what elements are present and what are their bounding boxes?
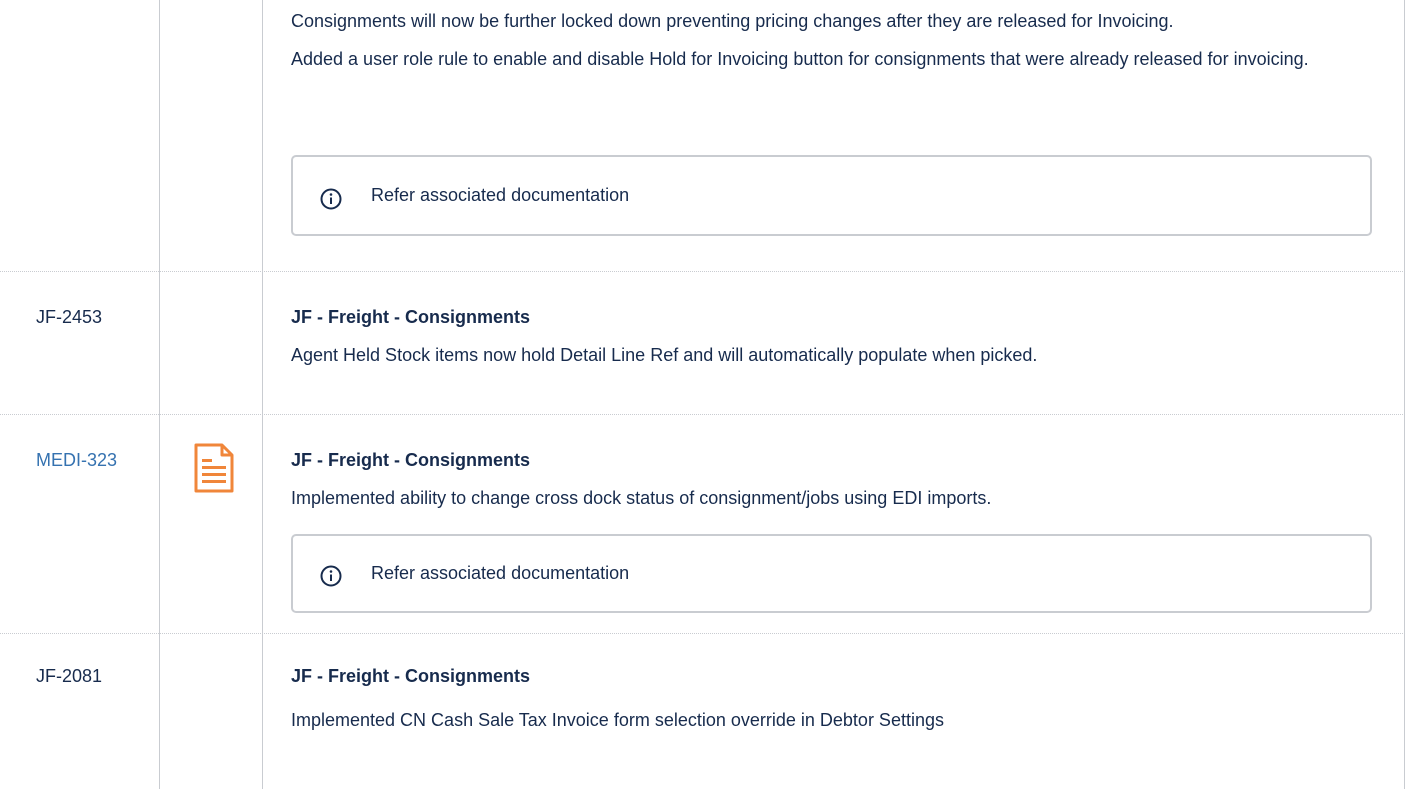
row-paragraph: Added a user role rule to enable and dis…	[291, 49, 1309, 69]
row-paragraph: Implemented ability to change cross dock…	[291, 488, 992, 508]
row-paragraph: Agent Held Stock items now hold Detail L…	[291, 345, 1038, 365]
info-icon	[320, 565, 342, 587]
row-paragraph: Consignments will now be further locked …	[291, 11, 1174, 31]
row-heading: JF - Freight - Consignments	[291, 307, 531, 327]
issue-key: JF-2081	[36, 666, 103, 686]
row-content: Consignments will now be further locked …	[291, 9, 1375, 71]
row-content: JF - Freight - Consignments Implemented …	[291, 664, 1375, 732]
issue-key: JF-2453	[36, 307, 103, 327]
row-content: JF - Freight - Consignments Implemented …	[291, 448, 1375, 510]
release-notes-table: Consignments will now be further locked …	[0, 0, 1405, 789]
info-icon	[320, 188, 342, 210]
row-heading: JF - Freight - Consignments	[291, 666, 531, 686]
table-row: MEDI-323 JF - Freight - Consignments Imp…	[0, 415, 1405, 633]
row-heading: JF - Freight - Consignments	[291, 450, 531, 470]
info-panel: Refer associated documentation	[291, 155, 1372, 236]
info-panel: Refer associated documentation	[291, 534, 1372, 613]
row-paragraph: Implemented CN Cash Sale Tax Invoice for…	[291, 710, 944, 730]
info-panel-text: Refer associated documentation	[371, 185, 630, 205]
document-icon[interactable]	[192, 443, 236, 493]
info-panel-text: Refer associated documentation	[371, 563, 630, 583]
table-row: Consignments will now be further locked …	[0, 0, 1405, 271]
issue-key-link[interactable]: MEDI-323	[36, 448, 117, 472]
table-row: JF-2453 JF - Freight - Consignments Agen…	[0, 272, 1405, 414]
row-content: JF - Freight - Consignments Agent Held S…	[291, 305, 1375, 367]
table-row: JF-2081 JF - Freight - Consignments Impl…	[0, 634, 1405, 789]
